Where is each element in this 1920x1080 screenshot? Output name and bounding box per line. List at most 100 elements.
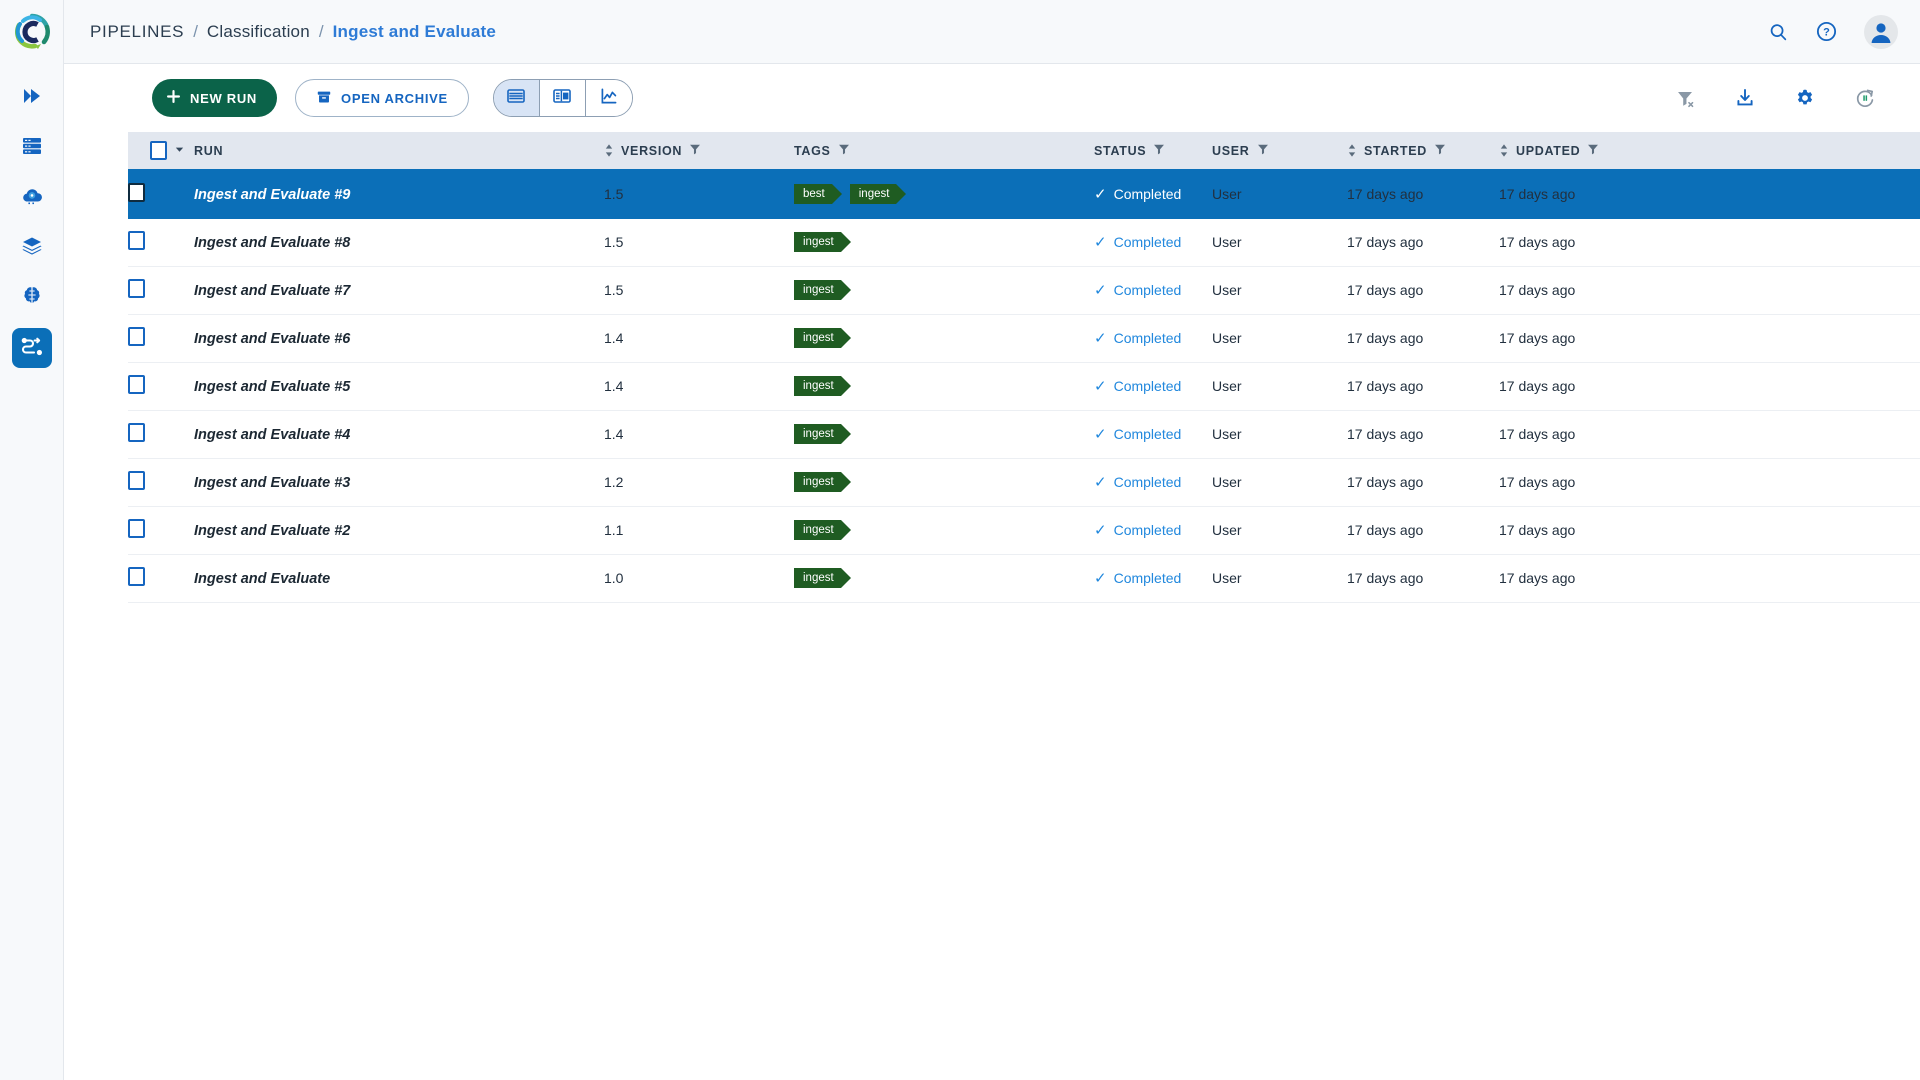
- row-checkbox[interactable]: [128, 327, 145, 346]
- breadcrumb-separator: /: [193, 22, 198, 42]
- view-toggle-chart[interactable]: [586, 80, 632, 116]
- table-row[interactable]: Ingest and Evaluate #41.4ingest✓Complete…: [128, 410, 1920, 458]
- table-row[interactable]: Ingest and Evaluate #3 1.2ingest ✓ Complete…: [128, 458, 1920, 506]
- run-name-link[interactable]: Ingest and Evaluate #9: [194, 187, 350, 203]
- user-avatar-icon[interactable]: [1864, 15, 1898, 49]
- sidebar-item-agents[interactable]: [12, 278, 52, 318]
- open-archive-button[interactable]: OPEN ARCHIVE: [295, 79, 469, 117]
- filter-updated-icon[interactable]: [1587, 143, 1599, 158]
- status-badge: ✓Completed: [1094, 282, 1212, 298]
- check-icon: ✓: [1094, 475, 1107, 490]
- auto-refresh-paused-icon[interactable]: [1854, 87, 1876, 109]
- tag-chip[interactable]: ingest: [794, 328, 841, 348]
- run-name-link[interactable]: Ingest and Evaluate #6: [194, 331, 350, 347]
- select-all-dropdown-icon[interactable]: [174, 144, 185, 158]
- cell-version: 1.5: [604, 218, 794, 266]
- view-toggle-table[interactable]: [494, 80, 540, 116]
- breadcrumb-item-pipelines[interactable]: PIPELINES: [90, 22, 184, 42]
- table-row[interactable]: Ingest and Evaluate #71.5ingest✓Complete…: [128, 266, 1920, 314]
- table-body: Ingest and Evaluate #91.5bestingest✓Comp…: [128, 170, 1920, 602]
- breadcrumb-item-classification[interactable]: Classification: [207, 22, 310, 42]
- sort-started-icon[interactable]: [1347, 143, 1357, 158]
- split-panel-icon: [552, 86, 572, 111]
- header-tags: TAGS: [794, 132, 1094, 170]
- table-row[interactable]: Ingest and Evaluate #21.1ingest✓Complete…: [128, 506, 1920, 554]
- header-user-label[interactable]: USER: [1212, 144, 1250, 158]
- tag-chip[interactable]: ingest: [794, 232, 841, 252]
- row-checkbox[interactable]: [128, 279, 145, 298]
- table-rows-icon: [506, 86, 526, 111]
- status-badge: ✓Completed: [1094, 330, 1212, 346]
- row-checkbox-cell: [128, 266, 194, 314]
- cell-user: User: [1212, 554, 1347, 602]
- download-icon[interactable]: [1734, 87, 1756, 109]
- select-all-checkbox[interactable]: [150, 141, 167, 160]
- header-started-label[interactable]: STARTED: [1364, 144, 1427, 158]
- tag-chip[interactable]: ingest: [794, 280, 841, 300]
- tag-chip[interactable]: ingest: [794, 568, 841, 588]
- header-status-label[interactable]: STATUS: [1094, 144, 1146, 158]
- clear-filters-icon[interactable]: [1675, 88, 1696, 109]
- run-name-link[interactable]: Ingest and Evaluate #7: [194, 283, 350, 299]
- status-label: Completed: [1114, 522, 1182, 538]
- table-row[interactable]: Ingest and Evaluate #61.4ingest✓Complete…: [128, 314, 1920, 362]
- help-circle-icon[interactable]: ?: [1815, 20, 1838, 43]
- row-checkbox[interactable]: [128, 375, 145, 394]
- settings-gear-icon[interactable]: [1794, 87, 1816, 109]
- sidebar-item-compute[interactable]: [12, 128, 52, 168]
- row-checkbox[interactable]: [128, 183, 145, 202]
- table-row[interactable]: Ingest and Evaluate #81.5ingest✓Complete…: [128, 218, 1920, 266]
- filter-tags-icon[interactable]: [838, 143, 850, 158]
- tag-chip[interactable]: ingest: [794, 520, 841, 540]
- row-checkbox[interactable]: [128, 567, 145, 586]
- filter-started-icon[interactable]: [1434, 143, 1446, 158]
- header-version-label[interactable]: VERSION: [621, 144, 682, 158]
- filter-user-icon[interactable]: [1257, 143, 1269, 158]
- tag-chip[interactable]: ingest: [794, 424, 841, 444]
- row-checkbox[interactable]: [128, 231, 145, 250]
- table-row[interactable]: Ingest and Evaluate #91.5bestingest✓Comp…: [128, 170, 1920, 218]
- check-icon: ✓: [1094, 235, 1107, 250]
- run-name-link[interactable]: Ingest and Evaluate #2: [194, 523, 350, 539]
- row-checkbox-cell: [128, 218, 194, 266]
- sidebar-item-models[interactable]: [12, 228, 52, 268]
- row-checkbox[interactable]: [128, 423, 145, 442]
- sidebar-item-quickstart[interactable]: [12, 78, 52, 118]
- header-run-label[interactable]: RUN: [194, 144, 223, 158]
- table-head: RUN VERSION: [128, 132, 1920, 170]
- table-row[interactable]: Ingest and Evaluate #51.4ingest✓Complete…: [128, 362, 1920, 410]
- cell-updated: 17 days ago: [1499, 554, 1920, 602]
- header-tags-label[interactable]: TAGS: [794, 144, 831, 158]
- search-icon[interactable]: [1767, 21, 1789, 43]
- run-name-link[interactable]: Ingest and Evaluate #8: [194, 235, 350, 251]
- header-updated-label[interactable]: UPDATED: [1516, 144, 1580, 158]
- cell-version: 1.2: [604, 458, 794, 506]
- clarifai-logo[interactable]: [0, 0, 64, 64]
- table-row[interactable]: Ingest and Evaluate1.0ingest✓CompletedUs…: [128, 554, 1920, 602]
- cell-started: 17 days ago: [1347, 506, 1499, 554]
- view-toggle-split[interactable]: [540, 80, 586, 116]
- tag-chip[interactable]: ingest: [794, 472, 841, 492]
- new-run-button[interactable]: NEW RUN: [152, 79, 277, 117]
- filter-status-icon[interactable]: [1153, 143, 1165, 158]
- cell-status: ✓Completed: [1094, 410, 1212, 458]
- run-name-link[interactable]: Ingest and Evaluate #4: [194, 427, 350, 443]
- status-label: Completed: [1114, 474, 1182, 490]
- sort-version-icon[interactable]: [604, 143, 614, 158]
- cell-started: 17 days ago: [1347, 554, 1499, 602]
- tag-chip[interactable]: ingest: [850, 184, 897, 204]
- tag-chip[interactable]: ingest: [794, 376, 841, 396]
- sort-updated-icon[interactable]: [1499, 143, 1509, 158]
- sidebar-item-deployments[interactable]: [12, 178, 52, 218]
- check-icon: ✓: [1094, 427, 1107, 442]
- run-name-link[interactable]: Ingest and Evaluate #3: [194, 475, 350, 491]
- run-name-link[interactable]: Ingest and Evaluate: [194, 571, 330, 587]
- cell-tags: ingest: [794, 554, 1094, 602]
- row-checkbox[interactable]: [128, 471, 145, 490]
- top-bar: PIPELINES / Classification / Ingest and …: [64, 0, 1920, 64]
- filter-version-icon[interactable]: [689, 143, 701, 158]
- run-name-link[interactable]: Ingest and Evaluate #5: [194, 379, 350, 395]
- sidebar-item-pipelines[interactable]: [12, 328, 52, 368]
- row-checkbox[interactable]: [128, 519, 145, 538]
- tag-chip[interactable]: best: [794, 184, 832, 204]
